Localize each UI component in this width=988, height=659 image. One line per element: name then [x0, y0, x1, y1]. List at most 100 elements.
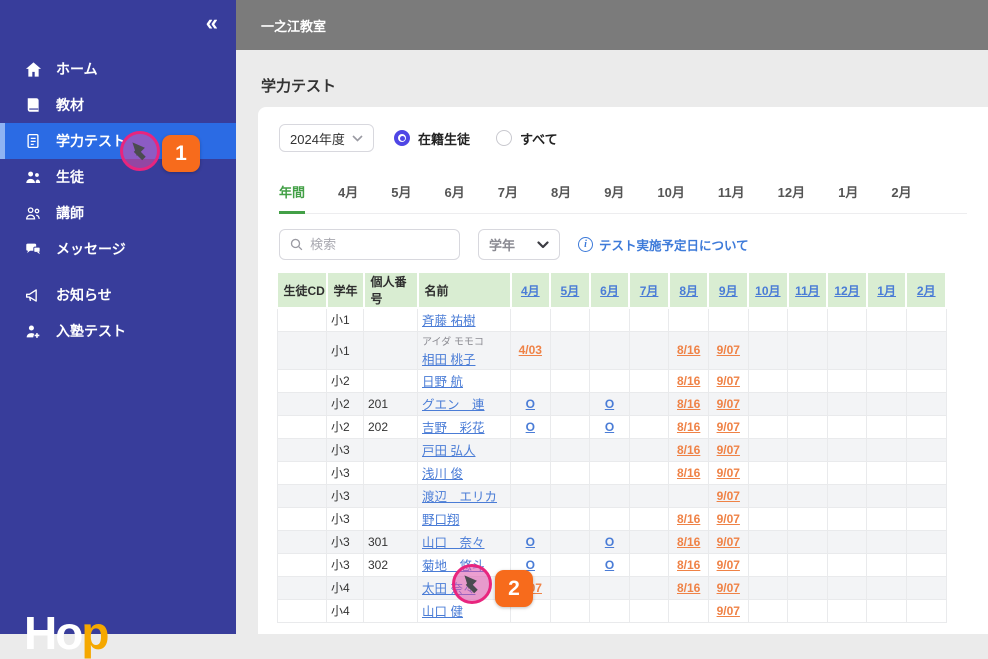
test-mark-link[interactable]: O: [526, 420, 535, 434]
test-mark-link[interactable]: O: [605, 558, 614, 572]
year-select[interactable]: 2024年度: [279, 124, 374, 152]
radio-selected-icon[interactable]: [394, 130, 410, 146]
test-date-link[interactable]: 9/07: [717, 443, 740, 457]
info-icon: i: [578, 237, 593, 252]
radio-option-all[interactable]: すべて: [496, 129, 558, 148]
sidebar-item-tests[interactable]: 学力テスト: [0, 123, 236, 159]
month-cell: [747, 552, 789, 577]
sidebar-item-entrance-test[interactable]: 入塾テスト: [0, 313, 236, 349]
month-header-link[interactable]: 12月: [834, 284, 859, 298]
month-header-link[interactable]: 11月: [795, 284, 820, 298]
student-name-link[interactable]: 斉藤 祐樹: [422, 314, 475, 328]
test-date-link[interactable]: 9/07: [717, 512, 740, 526]
month-cell: 8/16: [668, 552, 709, 577]
radio-unselected-icon[interactable]: [496, 130, 513, 146]
sidebar-item-messages[interactable]: メッセージ: [0, 231, 236, 267]
month-header-link[interactable]: 7月: [640, 284, 659, 298]
test-mark-link[interactable]: O: [605, 397, 614, 411]
test-date-link[interactable]: 8/16: [677, 581, 700, 595]
student-name-link[interactable]: 吉野 彩花: [422, 421, 485, 435]
tab-6月[interactable]: 6月: [444, 182, 464, 214]
month-header-link[interactable]: 9月: [719, 284, 738, 298]
tab-1月[interactable]: 1月: [838, 182, 858, 214]
sidebar-item-announcements[interactable]: お知らせ: [0, 277, 236, 313]
test-date-link[interactable]: 9/07: [717, 343, 740, 357]
month-cell: [510, 368, 551, 393]
tab-12月[interactable]: 12月: [778, 182, 805, 214]
personal-number-cell: [363, 506, 418, 531]
month-header-link[interactable]: 6月: [600, 284, 619, 298]
student-name-link[interactable]: グエン 連: [422, 398, 485, 412]
sidebar-item-teachers[interactable]: 講師: [0, 195, 236, 231]
tab-2月[interactable]: 2月: [891, 182, 911, 214]
test-date-link[interactable]: 9/07: [717, 604, 740, 618]
test-date-link[interactable]: 8/16: [677, 343, 700, 357]
tab-8月[interactable]: 8月: [551, 182, 571, 214]
sidebar-collapse-icon[interactable]: «: [206, 12, 218, 34]
month-cell: [747, 575, 789, 600]
month-header-link[interactable]: 4月: [521, 284, 540, 298]
test-date-link[interactable]: 9/07: [717, 558, 740, 572]
student-name-link[interactable]: 野口翔: [422, 513, 460, 527]
test-date-link[interactable]: 9/07: [717, 420, 740, 434]
tab-9月[interactable]: 9月: [604, 182, 624, 214]
personal-number-cell: [363, 437, 418, 462]
test-date-link[interactable]: 8/16: [677, 512, 700, 526]
tab-4月[interactable]: 4月: [338, 182, 358, 214]
test-date-link[interactable]: 8/16: [677, 397, 700, 411]
test-date-link[interactable]: 9/07: [717, 397, 740, 411]
test-schedule-link[interactable]: i テスト実施予定日について: [578, 235, 749, 254]
sidebar-item-materials[interactable]: 教材: [0, 87, 236, 123]
month-cell: [628, 307, 670, 332]
test-date-link[interactable]: 8/16: [677, 443, 700, 457]
month-column-header: 2月: [906, 273, 948, 309]
test-date-link[interactable]: 8/16: [677, 420, 700, 434]
sidebar-item-students[interactable]: 生徒: [0, 159, 236, 195]
month-cell: [549, 598, 591, 623]
student-name-link[interactable]: 渡辺 エリカ: [422, 490, 497, 504]
tab-10月[interactable]: 10月: [657, 182, 684, 214]
test-mark-link[interactable]: O: [526, 397, 535, 411]
tab-年間[interactable]: 年間: [279, 182, 306, 214]
student-name-link[interactable]: 相田 桃子: [422, 353, 475, 367]
student-name-link[interactable]: 戸田 弘人: [422, 444, 475, 458]
tab-11月[interactable]: 11月: [718, 182, 745, 214]
test-mark-link[interactable]: O: [605, 420, 614, 434]
test-date-link[interactable]: 8/16: [677, 558, 700, 572]
tab-5月[interactable]: 5月: [391, 182, 411, 214]
month-cell: [866, 506, 907, 531]
radio-option-enrolled[interactable]: 在籍生徒: [394, 129, 470, 148]
student-name-link[interactable]: 浅川 俊: [422, 467, 463, 481]
month-header-link[interactable]: 1月: [877, 284, 896, 298]
test-date-link[interactable]: 9/07: [717, 535, 740, 549]
month-cell: 8/16: [668, 460, 709, 485]
month-cell: [787, 391, 828, 416]
test-date-link[interactable]: 8/16: [677, 374, 700, 388]
test-mark-link[interactable]: O: [605, 535, 614, 549]
search-box[interactable]: [279, 229, 460, 260]
student-name-link[interactable]: 日野 航: [422, 375, 463, 389]
test-date-link[interactable]: 9/07: [717, 581, 740, 595]
student-name-link[interactable]: 山口 健: [422, 605, 463, 619]
test-mark-link[interactable]: O: [526, 558, 535, 572]
search-input[interactable]: [310, 237, 449, 252]
month-cell: [826, 506, 868, 531]
test-mark-link[interactable]: O: [526, 535, 535, 549]
sidebar-item-home[interactable]: ホーム: [0, 51, 236, 87]
grade-select[interactable]: 学年: [478, 229, 560, 260]
test-date-link[interactable]: 4/03: [519, 343, 542, 357]
toolbar: 学年 i テスト実施予定日について: [279, 229, 988, 260]
test-date-link[interactable]: 9/07: [717, 489, 740, 503]
month-column-header: 6月: [589, 273, 631, 309]
month-header-link[interactable]: 8月: [679, 284, 698, 298]
month-cell: [628, 575, 670, 600]
test-date-link[interactable]: 9/07: [717, 374, 740, 388]
student-name-link[interactable]: 山口 奈々: [422, 536, 485, 550]
month-header-link[interactable]: 5月: [561, 284, 580, 298]
test-date-link[interactable]: 8/16: [677, 466, 700, 480]
test-date-link[interactable]: 9/07: [717, 466, 740, 480]
month-header-link[interactable]: 2月: [917, 284, 936, 298]
month-header-link[interactable]: 10月: [755, 284, 780, 298]
test-date-link[interactable]: 8/16: [677, 535, 700, 549]
tab-7月[interactable]: 7月: [498, 182, 518, 214]
